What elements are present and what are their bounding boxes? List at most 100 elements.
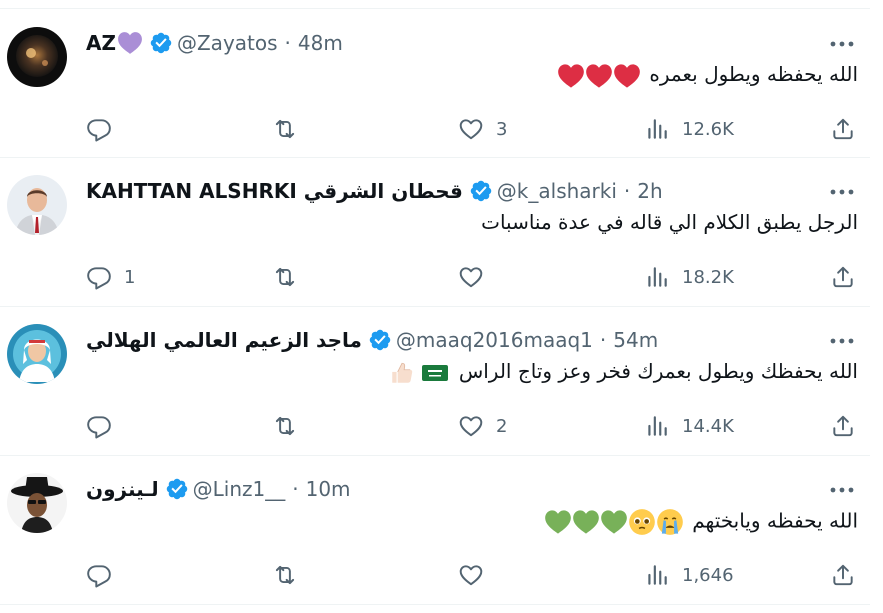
avatar[interactable] bbox=[7, 27, 67, 87]
pleading-face-emoji-icon bbox=[629, 509, 655, 535]
views-button[interactable]: 14.4K bbox=[644, 409, 734, 443]
views-icon bbox=[644, 116, 670, 142]
views-icon bbox=[644, 413, 670, 439]
retweet-button[interactable] bbox=[272, 558, 298, 592]
display-name[interactable]: لـينزون bbox=[86, 477, 159, 501]
tweet-header: KAHTTAN ALSHRKI قحطان الشرقي @k_alsharki… bbox=[86, 178, 663, 204]
verified-badge-icon bbox=[165, 477, 189, 501]
tweet-header: لـينزون @Linz1__ · 10m bbox=[86, 476, 351, 502]
more-icon[interactable] bbox=[827, 38, 857, 50]
red-heart-emoji-icon bbox=[557, 63, 585, 89]
avatar[interactable] bbox=[7, 324, 67, 384]
display-name[interactable]: AZ bbox=[86, 31, 116, 55]
reply-button[interactable]: 1 bbox=[86, 260, 135, 294]
divider bbox=[0, 604, 870, 605]
share-button[interactable] bbox=[830, 112, 856, 146]
reply-count: 1 bbox=[124, 266, 136, 288]
verified-badge-icon bbox=[469, 179, 493, 203]
like-icon bbox=[458, 264, 484, 290]
saudi-flag-emoji-icon bbox=[422, 364, 449, 381]
handle[interactable]: @Zayatos bbox=[177, 31, 278, 55]
separator-dot: · bbox=[623, 179, 631, 203]
emoji-group bbox=[544, 508, 684, 536]
emoji-group bbox=[557, 62, 641, 89]
share-button[interactable] bbox=[830, 260, 856, 294]
handle[interactable]: @maaq2016maaq1 bbox=[396, 328, 593, 352]
share-icon bbox=[830, 413, 856, 439]
verified-badge-icon bbox=[368, 328, 392, 352]
views-button[interactable]: 18.2K bbox=[644, 260, 734, 294]
views-button[interactable]: 12.6K bbox=[644, 112, 734, 146]
tweet-2[interactable]: KAHTTAN ALSHRKI قحطان الشرقي @k_alsharki… bbox=[0, 158, 870, 306]
retweet-icon bbox=[272, 264, 298, 290]
action-bar: 2 14.4K bbox=[0, 409, 870, 443]
retweet-button[interactable] bbox=[272, 112, 298, 146]
reply-icon bbox=[86, 116, 112, 142]
timestamp[interactable]: 48m bbox=[298, 31, 343, 55]
like-count: 3 bbox=[496, 118, 508, 140]
action-bar: 3 12.6K bbox=[0, 112, 870, 146]
tweet-feed: AZ @Zayatos · 48m الله يحفظه ويطول بعمره bbox=[0, 0, 870, 613]
tweet-1[interactable]: AZ @Zayatos · 48m الله يحفظه ويطول بعمره bbox=[0, 10, 870, 158]
like-icon bbox=[458, 562, 484, 588]
timestamp[interactable]: 10m bbox=[306, 477, 351, 501]
retweet-button[interactable] bbox=[272, 260, 298, 294]
tweet-text-content: الله يحفظك ويطول بعمرك فخر وعز وتاج الرا… bbox=[458, 359, 858, 383]
divider bbox=[0, 8, 870, 9]
handle[interactable]: @Linz1__ bbox=[193, 477, 286, 501]
verified-badge-icon bbox=[149, 31, 173, 55]
avatar[interactable] bbox=[7, 473, 67, 533]
display-name[interactable]: ماجد الزعيم العالمي الهلالي bbox=[86, 328, 362, 352]
tweet-text: الله يحفظه ويابختهم bbox=[544, 508, 858, 536]
avatar[interactable] bbox=[7, 175, 67, 235]
more-icon[interactable] bbox=[827, 186, 857, 198]
tweet-text: الله يحفظك ويطول بعمرك فخر وعز وتاج الرا… bbox=[388, 359, 858, 386]
reply-button[interactable] bbox=[86, 558, 124, 592]
red-heart-emoji-icon bbox=[613, 63, 641, 89]
view-count: 12.6K bbox=[682, 118, 734, 140]
tweet-text-content: الله يحفظه ويابختهم bbox=[692, 508, 858, 533]
reply-icon bbox=[86, 264, 112, 290]
share-button[interactable] bbox=[830, 558, 856, 592]
green-heart-emoji-icon bbox=[600, 509, 628, 535]
share-icon bbox=[830, 562, 856, 588]
separator-dot: · bbox=[599, 328, 607, 352]
more-icon[interactable] bbox=[827, 484, 857, 496]
reply-button[interactable] bbox=[86, 409, 124, 443]
red-heart-emoji-icon bbox=[585, 63, 613, 89]
more-icon[interactable] bbox=[827, 335, 857, 347]
timestamp[interactable]: 2h bbox=[637, 179, 662, 203]
retweet-icon bbox=[272, 562, 298, 588]
timestamp[interactable]: 54m bbox=[613, 328, 658, 352]
like-icon bbox=[458, 116, 484, 142]
views-button[interactable]: 1,646 bbox=[644, 558, 734, 592]
green-heart-emoji-icon bbox=[572, 509, 600, 535]
tweet-header: ماجد الزعيم العالمي الهلالي @maaq2016maa… bbox=[86, 327, 658, 353]
like-button[interactable] bbox=[458, 260, 496, 294]
green-heart-emoji-icon bbox=[544, 509, 572, 535]
tweet-3[interactable]: ماجد الزعيم العالمي الهلالي @maaq2016maa… bbox=[0, 307, 870, 455]
like-count: 2 bbox=[496, 415, 508, 437]
view-count: 1,646 bbox=[682, 564, 734, 586]
reply-icon bbox=[86, 562, 112, 588]
tweet-text-content: الله يحفظه ويطول بعمره bbox=[649, 62, 858, 86]
retweet-icon bbox=[272, 116, 298, 142]
views-icon bbox=[644, 264, 670, 290]
retweet-icon bbox=[272, 413, 298, 439]
reply-button[interactable] bbox=[86, 112, 124, 146]
retweet-button[interactable] bbox=[272, 409, 298, 443]
handle[interactable]: @k_alsharki bbox=[497, 179, 617, 203]
tweet-text: الله يحفظه ويطول بعمره bbox=[557, 62, 858, 89]
tweet-header: AZ @Zayatos · 48m bbox=[86, 30, 343, 56]
like-button[interactable]: 2 bbox=[458, 409, 507, 443]
crying-face-emoji-icon bbox=[657, 509, 683, 535]
purple-heart-emoji-icon bbox=[117, 31, 143, 55]
share-button[interactable] bbox=[830, 409, 856, 443]
like-button[interactable] bbox=[458, 558, 496, 592]
share-icon bbox=[830, 116, 856, 142]
tweet-4[interactable]: لـينزون @Linz1__ · 10m الله يحفظه ويابخت… bbox=[0, 456, 870, 604]
thumbs-up-emoji-icon bbox=[392, 362, 413, 383]
like-button[interactable]: 3 bbox=[458, 112, 507, 146]
display-name[interactable]: KAHTTAN ALSHRKI قحطان الشرقي bbox=[86, 179, 463, 203]
view-count: 14.4K bbox=[682, 415, 734, 437]
